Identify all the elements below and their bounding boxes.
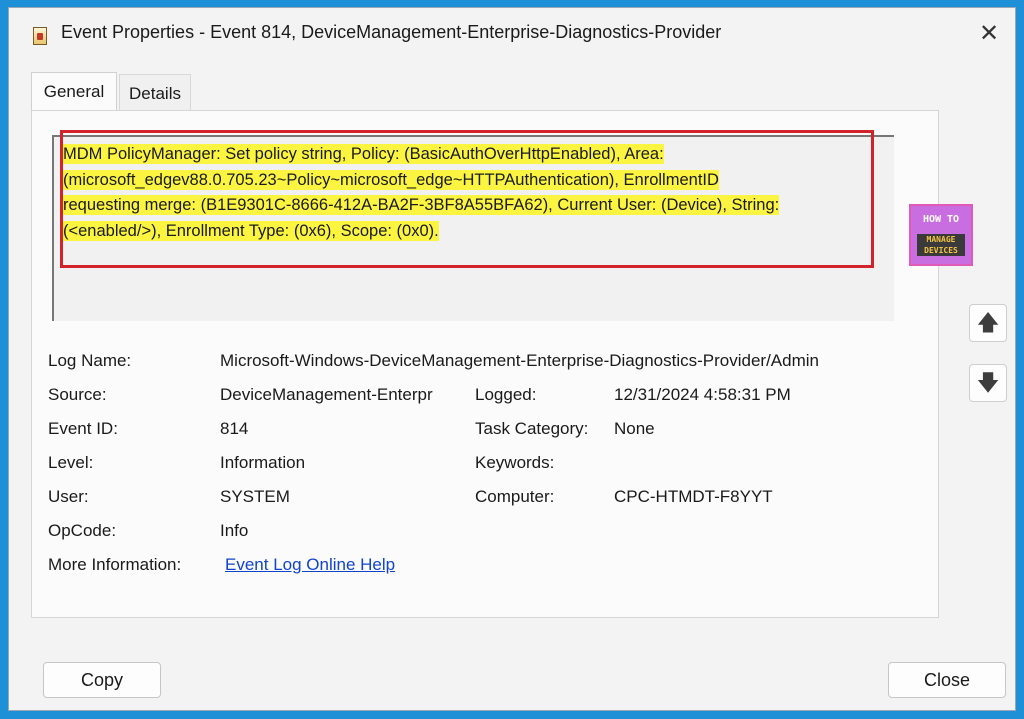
event-id-value: 814 [220, 419, 249, 438]
computer-label: Computer: [475, 487, 555, 506]
description-line: MDM PolicyManager: Set policy string, Po… [63, 144, 664, 164]
level-value: Information [220, 453, 306, 472]
description-line: (<enabled/>), Enrollment Type: (0x6), Sc… [63, 220, 439, 241]
description-line: (microsoft_edgev88.0.705.23~Policy~micro… [63, 169, 719, 190]
log-name-value: Microsoft-Windows-DeviceManagement-Enter… [220, 351, 819, 370]
general-tab-panel: MDM PolicyManager: Set policy string, Po… [31, 110, 939, 618]
user-value: SYSTEM [220, 487, 290, 506]
event-properties-window: Event Properties - Event 814, DeviceMana… [8, 7, 1016, 711]
source-label: Source: [48, 385, 107, 404]
level-label: Level: [48, 453, 94, 472]
logo-text-bottom: MANAGE DEVICES [917, 234, 965, 256]
logged-label: Logged: [475, 385, 537, 404]
event-id-label: Event ID: [48, 419, 118, 438]
how-to-manage-devices-logo: HOW TO MANAGE DEVICES [909, 204, 973, 266]
close-button[interactable]: Close [888, 662, 1006, 698]
log-name-label: Log Name: [48, 351, 132, 370]
arrow-up-icon: 🡅 [976, 310, 1000, 335]
keywords-label: Keywords: [475, 453, 555, 472]
opcode-label: OpCode: [48, 521, 117, 540]
next-event-button[interactable]: 🡇 [969, 364, 1007, 402]
tab-details[interactable]: Details [119, 74, 191, 110]
description-line: requesting merge: (B1E9301C-8666-412A-BA… [63, 195, 780, 215]
event-description-text: MDM PolicyManager: Set policy string, Po… [63, 142, 863, 244]
source-value: DeviceManagement-Enterpr [220, 385, 433, 404]
window-title: Event Properties - Event 814, DeviceMana… [61, 22, 722, 42]
task-category-label: Task Category: [475, 419, 589, 438]
task-category-value: None [614, 419, 655, 438]
event-log-online-help-link[interactable]: Event Log Online Help [225, 555, 395, 575]
title-bar: Event Properties - Event 814, DeviceMana… [9, 8, 1015, 60]
computer-value: CPC-HTMDT-F8YYT [614, 487, 773, 506]
event-viewer-app-icon [33, 27, 47, 45]
user-label: User: [48, 487, 89, 506]
logo-text-top: HOW TO [922, 214, 960, 225]
close-icon[interactable]: ✕ [973, 18, 1005, 50]
more-information-label: More Information: [48, 555, 182, 574]
logged-value: 12/31/2024 4:58:31 PM [614, 385, 791, 404]
arrow-down-icon: 🡇 [976, 370, 1000, 395]
tab-general[interactable]: General [31, 72, 117, 112]
copy-button[interactable]: Copy [43, 662, 161, 698]
previous-event-button[interactable]: 🡅 [969, 304, 1007, 342]
opcode-value: Info [220, 521, 249, 540]
